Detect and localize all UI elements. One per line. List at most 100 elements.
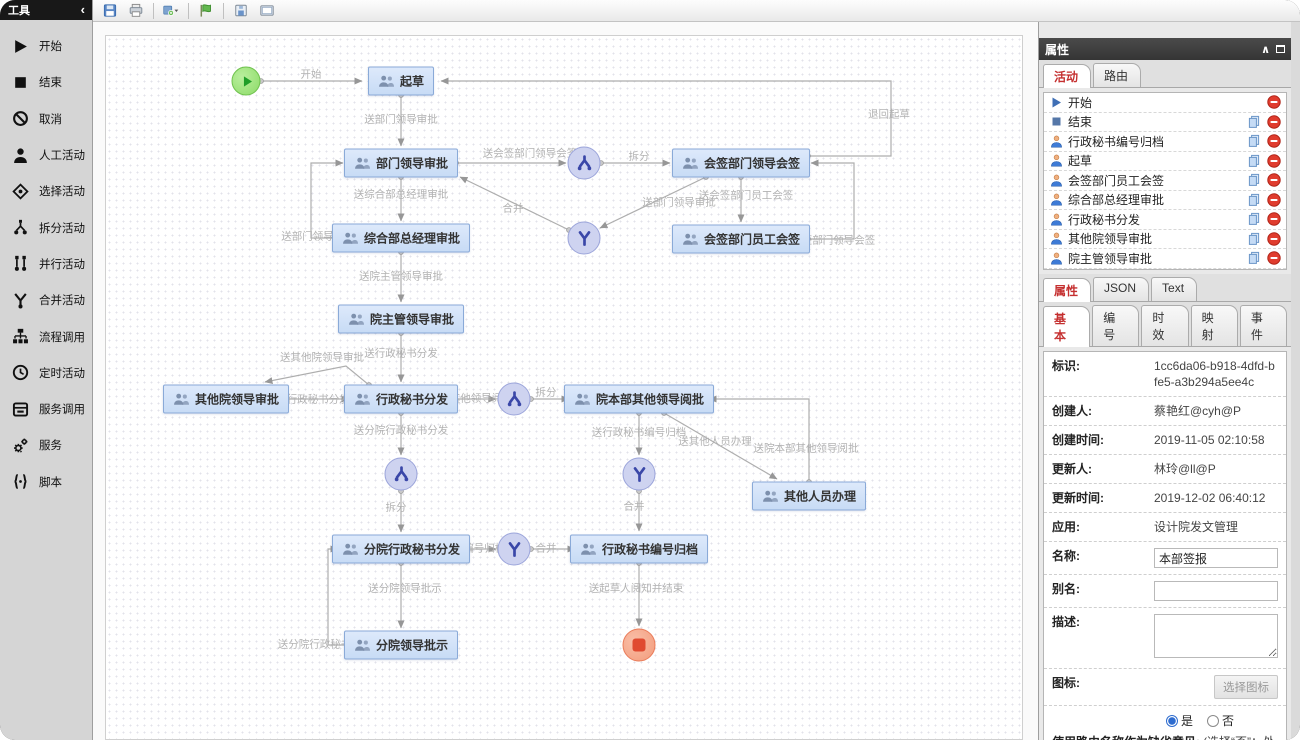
tool-end[interactable]: 结束 (0, 64, 92, 100)
node-label: 行政秘书分发 (376, 391, 448, 408)
activity-node-huiqian-lingdao[interactable]: 会签部门领导会签 (672, 149, 810, 178)
copy-icon[interactable] (1247, 134, 1262, 148)
export-button[interactable] (230, 2, 252, 20)
tab-时效[interactable]: 时效 (1141, 305, 1188, 346)
field-app-value: 设计院发文管理 (1154, 519, 1278, 535)
panel-button[interactable] (256, 2, 278, 20)
copy-icon[interactable] (1247, 115, 1262, 129)
end-node-end[interactable] (623, 629, 656, 662)
radio-yes-dot[interactable] (1166, 715, 1178, 727)
activity-node-bianhao-guidang[interactable]: 行政秘书编号归档 (570, 535, 708, 564)
tool-label: 服务调用 (39, 401, 85, 417)
tool-process-call[interactable]: 流程调用 (0, 318, 92, 354)
activity-node-fenyuan-pishi[interactable]: 分院领导批示 (344, 631, 458, 660)
activity-node-yuanzhuguan-shenpi[interactable]: 院主管领导审批 (338, 305, 464, 334)
activity-node-yuanbenbu-yuepi[interactable]: 院本部其他领导阅批 (564, 385, 714, 414)
delete-icon[interactable] (1267, 115, 1282, 129)
merge-node-merge-1[interactable] (568, 222, 601, 255)
tab-活动[interactable]: 活动 (1043, 64, 1091, 88)
node-label: 其他院领导审批 (195, 391, 279, 408)
panel-collapse-icon[interactable]: ∧ (1261, 43, 1270, 56)
delete-icon[interactable] (1267, 95, 1282, 109)
tool-merge[interactable]: 合并活动 (0, 282, 92, 318)
tool-split[interactable]: 拆分活动 (0, 209, 92, 245)
tool-choice[interactable]: 选择活动 (0, 173, 92, 209)
tool-parallel[interactable]: 并行活动 (0, 246, 92, 282)
radio-no-dot[interactable] (1207, 715, 1219, 727)
split-node-split-1[interactable] (568, 147, 601, 180)
activity-row[interactable]: 会签部门员工会签 (1044, 171, 1286, 191)
tab-基本[interactable]: 基本 (1043, 306, 1090, 347)
tool-manual[interactable]: 人工活动 (0, 137, 92, 173)
activity-row[interactable]: 院主管领导审批 (1044, 249, 1286, 269)
tab-路由[interactable]: 路由 (1093, 63, 1141, 87)
activity-row[interactable]: 起草 (1044, 152, 1286, 172)
tool-label: 并行活动 (39, 256, 85, 272)
merge-node-merge-2[interactable] (623, 458, 656, 491)
activity-node-zonghe-shenpi[interactable]: 综合部总经理审批 (332, 224, 470, 253)
activity-row[interactable]: 行政秘书分发 (1044, 210, 1286, 230)
timer-icon (11, 363, 30, 382)
tab-Text[interactable]: Text (1151, 277, 1197, 301)
tool-label: 结束 (39, 74, 62, 90)
copy-icon[interactable] (1247, 173, 1262, 187)
delete-icon[interactable] (1267, 251, 1282, 265)
split-node-split-2[interactable] (498, 383, 531, 416)
activity-row[interactable]: 其他院领导审批 (1044, 230, 1286, 250)
validate-button[interactable] (195, 2, 217, 20)
merge-node-merge-3[interactable] (498, 533, 531, 566)
tab-属性[interactable]: 属性 (1043, 278, 1091, 302)
sidebar-collapse-icon[interactable]: ‹ (81, 2, 85, 17)
activity-node-bumen-shenpi[interactable]: 部门领导审批 (344, 149, 458, 178)
tool-start[interactable]: 开始 (0, 28, 92, 64)
save-button[interactable] (99, 2, 121, 20)
delete-icon[interactable] (1267, 173, 1282, 187)
radio-yes[interactable]: 是 (1166, 712, 1193, 729)
copy-icon[interactable] (1247, 154, 1262, 168)
activity-node-qita-renyuan[interactable]: 其他人员办理 (752, 482, 866, 511)
delete-icon[interactable] (1267, 193, 1282, 207)
activity-node-fenyuan-fenfa[interactable]: 分院行政秘书分发 (332, 535, 470, 564)
tab-JSON[interactable]: JSON (1093, 277, 1149, 301)
tab-编号[interactable]: 编号 (1092, 305, 1139, 346)
copy-icon[interactable] (1247, 251, 1262, 265)
tab-映射[interactable]: 映射 (1191, 305, 1238, 346)
window-right-frame (1291, 22, 1300, 740)
split-node-split-3[interactable] (385, 458, 418, 491)
flow-canvas[interactable]: 开始送部门领导审批退回起草送会签部门领导会签拆分送会签部门员工会签送会签部门领导… (105, 35, 1023, 740)
activity-node-mishu-fenfa[interactable]: 行政秘书分发 (344, 385, 458, 414)
alias-input[interactable] (1154, 581, 1278, 601)
people-icon (580, 543, 597, 556)
tool-service-call[interactable]: 服务调用 (0, 391, 92, 427)
copy-icon[interactable] (1247, 232, 1262, 246)
copy-icon[interactable] (1247, 212, 1262, 226)
activity-node-qitayuan-shenpi[interactable]: 其他院领导审批 (163, 385, 289, 414)
activity-row[interactable]: 其他人员办理 (1044, 269, 1286, 271)
tab-事件[interactable]: 事件 (1240, 305, 1287, 346)
delete-icon[interactable] (1267, 212, 1282, 226)
delete-icon[interactable] (1267, 232, 1282, 246)
copy-icon[interactable] (1247, 193, 1262, 207)
name-input[interactable] (1154, 548, 1278, 568)
tool-script[interactable]: 脚本 (0, 464, 92, 500)
activity-row[interactable]: 综合部总经理审批 (1044, 191, 1286, 211)
print-button[interactable] (125, 2, 147, 20)
activity-row[interactable]: 结束 (1044, 113, 1286, 133)
activity-row[interactable]: 行政秘书编号归档 (1044, 132, 1286, 152)
activity-row[interactable]: 开始 (1044, 93, 1286, 113)
new-button[interactable] (160, 2, 182, 20)
delete-icon[interactable] (1267, 134, 1282, 148)
tool-timer[interactable]: 定时活动 (0, 355, 92, 391)
tool-cancel[interactable]: 取消 (0, 101, 92, 137)
start-node-start[interactable] (232, 67, 261, 96)
field-updated-value: 2019-12-02 06:40:12 (1154, 490, 1278, 506)
tool-service[interactable]: 服务 (0, 427, 92, 463)
activity-node-huiqian-yuangong[interactable]: 会签部门员工会签 (672, 225, 810, 254)
panel-maximize-icon[interactable] (1276, 45, 1285, 53)
radio-no[interactable]: 否 (1207, 712, 1234, 729)
activity-node-qicao[interactable]: 起草 (368, 67, 434, 96)
field-creator-value: 蔡艳红@cyh@P (1154, 403, 1278, 419)
choose-icon-button[interactable]: 选择图标 (1214, 675, 1278, 699)
delete-icon[interactable] (1267, 154, 1282, 168)
description-textarea[interactable] (1154, 614, 1278, 658)
